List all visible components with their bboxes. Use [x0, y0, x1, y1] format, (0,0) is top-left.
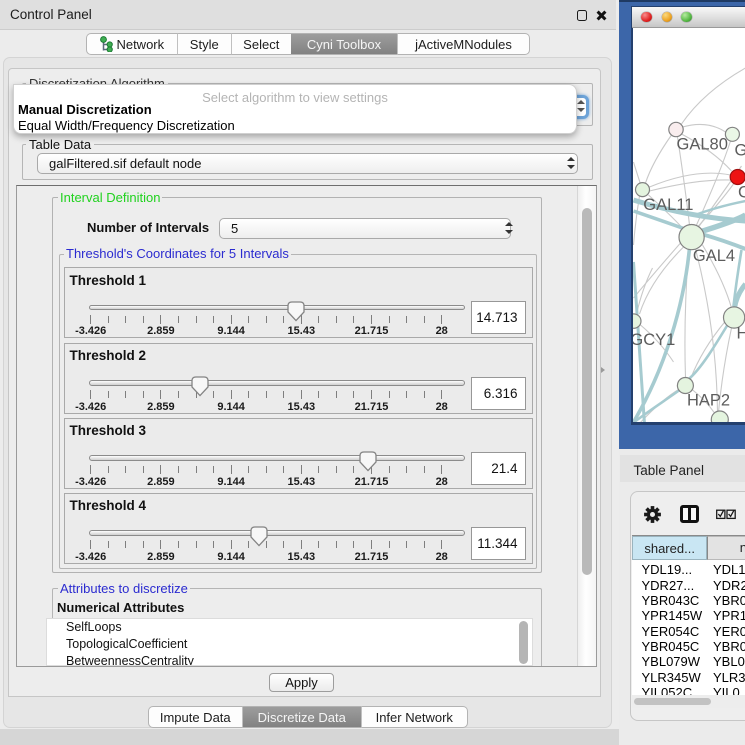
svg-text:GAL11: GAL11 — [643, 196, 693, 214]
svg-text:CRM: CRM — [738, 184, 745, 202]
svg-text:GAL80: GAL80 — [676, 136, 727, 154]
svg-text:GCY1: GCY1 — [633, 331, 675, 349]
svg-text:GAL4: GAL4 — [692, 247, 734, 265]
svg-text:HAP2: HAP2 — [687, 392, 730, 410]
svg-text:GAL2: GAL2 — [734, 142, 745, 160]
svg-text:HAP1: HAP1 — [736, 324, 745, 342]
